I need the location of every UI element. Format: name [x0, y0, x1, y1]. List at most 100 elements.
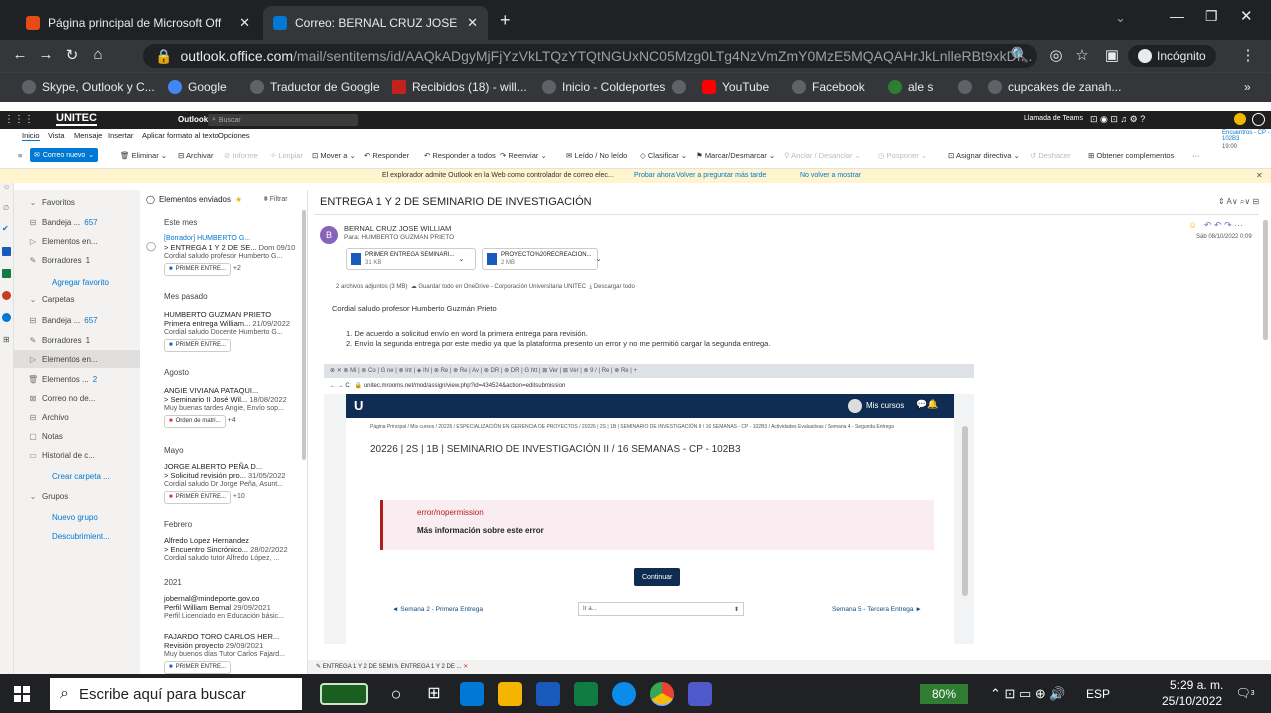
bookmark-item[interactable]: [672, 80, 686, 94]
close-window-icon[interactable]: ✕: [1240, 7, 1253, 25]
folder-item[interactable]: ✎ Borradores 1: [14, 331, 140, 349]
draft-tab[interactable]: ✎ ENTREGA 1 Y 2 DE SEMI...: [316, 663, 398, 670]
reply-actions[interactable]: ↶ ↶ ↷ ···: [1204, 220, 1243, 231]
new-group-link[interactable]: Nuevo grupo: [14, 508, 140, 526]
tab-inicio[interactable]: Inicio: [22, 131, 40, 141]
select-all-icon[interactable]: ◯: [146, 195, 155, 204]
list-item[interactable]: jobernal@mindeporte.gov.co Perfil Willia…: [140, 594, 302, 621]
folder-item[interactable]: ▭ Historial de c...: [14, 446, 140, 464]
list-item[interactable]: JORGE ALBERTO PEÑA D... > Solicitud revi…: [140, 462, 302, 504]
more-options-icon[interactable]: ···: [1192, 151, 1200, 160]
notification-icons[interactable]: 💬🔔: [916, 399, 938, 410]
ask-later-link[interactable]: Volver a preguntar más tarde: [676, 172, 766, 179]
bookmark-item[interactable]: ale s: [888, 80, 933, 94]
tracking-icon[interactable]: ◎: [1046, 46, 1066, 64]
close-tab-icon[interactable]: ✕: [239, 15, 250, 31]
bookmark-item[interactable]: [958, 80, 972, 94]
bookmark-item[interactable]: cupcakes de zanah...: [988, 80, 1121, 94]
list-scrollbar[interactable]: [302, 210, 306, 460]
teams-icon[interactable]: [688, 682, 712, 706]
read-unread-button[interactable]: ✉ Leído / No leído: [566, 151, 627, 160]
list-item[interactable]: ANGIE VIVIANA PATAQUI... > Seminario II …: [140, 386, 302, 428]
tab-opciones[interactable]: Opciones: [218, 131, 250, 140]
reminder-title[interactable]: Encuentros - CP - 102B3: [1222, 130, 1271, 142]
new-tab-button[interactable]: +: [500, 10, 511, 31]
breadcrumb[interactable]: Página Principal / Mis cursos / 20226 / …: [370, 424, 930, 431]
close-info-icon[interactable]: ✕: [1256, 171, 1263, 180]
folder-item[interactable]: ⊠ Correo no de...: [14, 389, 140, 407]
forward-icon[interactable]: →: [36, 46, 56, 63]
close-tab-icon[interactable]: ✕: [467, 15, 478, 31]
emoji-react-icon[interactable]: ☺: [1188, 220, 1197, 230]
folder-item[interactable]: ✎ Borradores 1: [14, 251, 140, 269]
recipient[interactable]: Para: HUMBERTO GUZMAN PRIETO: [344, 234, 454, 241]
avatar[interactable]: B: [320, 226, 338, 244]
address-bar[interactable]: 🔒 outlook.office.com/mail/sentitems/id/A…: [143, 44, 1037, 68]
cortana-icon[interactable]: ○: [384, 682, 408, 706]
excel-app-icon[interactable]: [2, 269, 11, 278]
attachment-card[interactable]: PRIMER ENTREGA SEMINARI... 31 KB ⌄: [346, 248, 476, 270]
my-courses-link[interactable]: Mis cursos: [866, 401, 904, 410]
minimize-icon[interactable]: —: [1170, 8, 1184, 24]
reload-icon[interactable]: ↻: [62, 46, 82, 64]
folder-item-selected[interactable]: ▷ Elementos en...: [14, 350, 140, 368]
home-icon[interactable]: ⌂: [88, 46, 108, 63]
teams-call-button[interactable]: Llamada de Teams: [1024, 115, 1083, 122]
restore-icon[interactable]: ❐: [1205, 8, 1218, 25]
sender-name[interactable]: BERNAL CRUZ JOSE WILLIAM: [344, 224, 451, 233]
goto-select[interactable]: Ir a... ⬍: [578, 602, 744, 616]
discover-groups-link[interactable]: Descubrimient...: [14, 527, 140, 545]
taskbar-search-input[interactable]: ⌕ Escribe aquí para buscar: [50, 678, 302, 710]
folder-item[interactable]: ⊟ Bandeja ... 657: [14, 311, 140, 329]
onedrive-app-icon[interactable]: [2, 313, 11, 322]
draft-tab[interactable]: ✎ ENTREGA 1 Y 2 DE ... ✕: [394, 663, 468, 670]
word-app-icon[interactable]: [2, 247, 11, 256]
app-launcher-icon[interactable]: ⋮⋮⋮: [4, 114, 34, 125]
avatar[interactable]: [1252, 113, 1265, 126]
more-apps-icon[interactable]: ⊞: [3, 335, 10, 344]
delete-button[interactable]: 🗑 Eliminar ⌄: [120, 151, 167, 160]
suite-icons[interactable]: ⊡ ◉ ⊡ ♫ ⚙ ?: [1090, 114, 1145, 125]
list-item[interactable]: ◯ [Borrador] HUMBERTO G... > ENTREGA 1 Y…: [140, 234, 302, 276]
windows-start-icon[interactable]: [14, 686, 30, 702]
archive-button[interactable]: ⊟ Archivar: [178, 151, 213, 160]
mindeporte-app-icon[interactable]: [320, 683, 368, 705]
search-input[interactable]: ⌕ Buscar: [208, 114, 358, 126]
menu-kebab-icon[interactable]: ⋮: [1238, 46, 1258, 64]
bookmark-item[interactable]: Recibidos (18) - will...: [392, 80, 527, 94]
bookmark-item[interactable]: Inicio - Coldeportes: [542, 80, 665, 94]
hamburger-icon[interactable]: ≡: [18, 151, 22, 160]
folder-item[interactable]: ⊟ Bandeja ... 657: [14, 213, 140, 231]
clock-time[interactable]: 5:29 a. m.: [1170, 678, 1223, 692]
file-explorer-icon[interactable]: [498, 682, 522, 706]
word-icon[interactable]: [536, 682, 560, 706]
list-item[interactable]: HUMBERTO GUZMAN PRIETO Primera entrega W…: [140, 310, 302, 352]
notifications-icon[interactable]: 🗨 3: [1235, 684, 1254, 702]
continue-button[interactable]: Continuar: [634, 568, 681, 586]
todo-app-icon[interactable]: ✔: [2, 224, 9, 233]
tab-outlook-mail[interactable]: Correo: BERNAL CRUZ JOSE WILL ✕: [263, 6, 488, 40]
premium-icon[interactable]: [1234, 113, 1246, 125]
download-all-link[interactable]: Descargar todo: [594, 284, 635, 290]
star-icon[interactable]: ★: [235, 195, 242, 204]
error-more-link[interactable]: Más información sobre este error: [417, 526, 544, 535]
bookmark-item[interactable]: Facebook: [792, 80, 865, 94]
folder-item[interactable]: ▷ Elementos en...: [14, 232, 140, 250]
move-to-button[interactable]: ⊡ Mover a ⌄: [312, 151, 356, 160]
tab-mensaje[interactable]: Mensaje: [74, 131, 102, 140]
create-folder-link[interactable]: Crear carpeta ...: [14, 467, 140, 485]
battery-indicator[interactable]: 80%: [920, 684, 968, 704]
zoom-controls[interactable]: ⇕ A∨ ⌕∨ ⊟: [1218, 197, 1259, 207]
tab-search-icon[interactable]: ⌄: [1115, 10, 1126, 26]
next-activity-link[interactable]: Semana 5 - Tercera Entrega ►: [832, 606, 922, 613]
excel-icon[interactable]: [574, 682, 598, 706]
zoom-icon[interactable]: 🔍: [1010, 46, 1030, 64]
list-item[interactable]: Alfredo Lopez Hernandez > Encuentro Sinc…: [140, 536, 302, 563]
folder-item[interactable]: ⊟ Archivo: [14, 408, 140, 426]
try-now-link[interactable]: Probar ahora: [634, 172, 675, 179]
reply-button[interactable]: ↶ Responder: [364, 151, 409, 160]
groups-header[interactable]: ⌄ Grupos: [14, 487, 140, 505]
folder-item[interactable]: 🗑 Elementos ... 2: [14, 370, 140, 388]
edge-icon[interactable]: [612, 682, 636, 706]
categorize-button[interactable]: ◇ Clasificar ⌄: [640, 151, 687, 160]
